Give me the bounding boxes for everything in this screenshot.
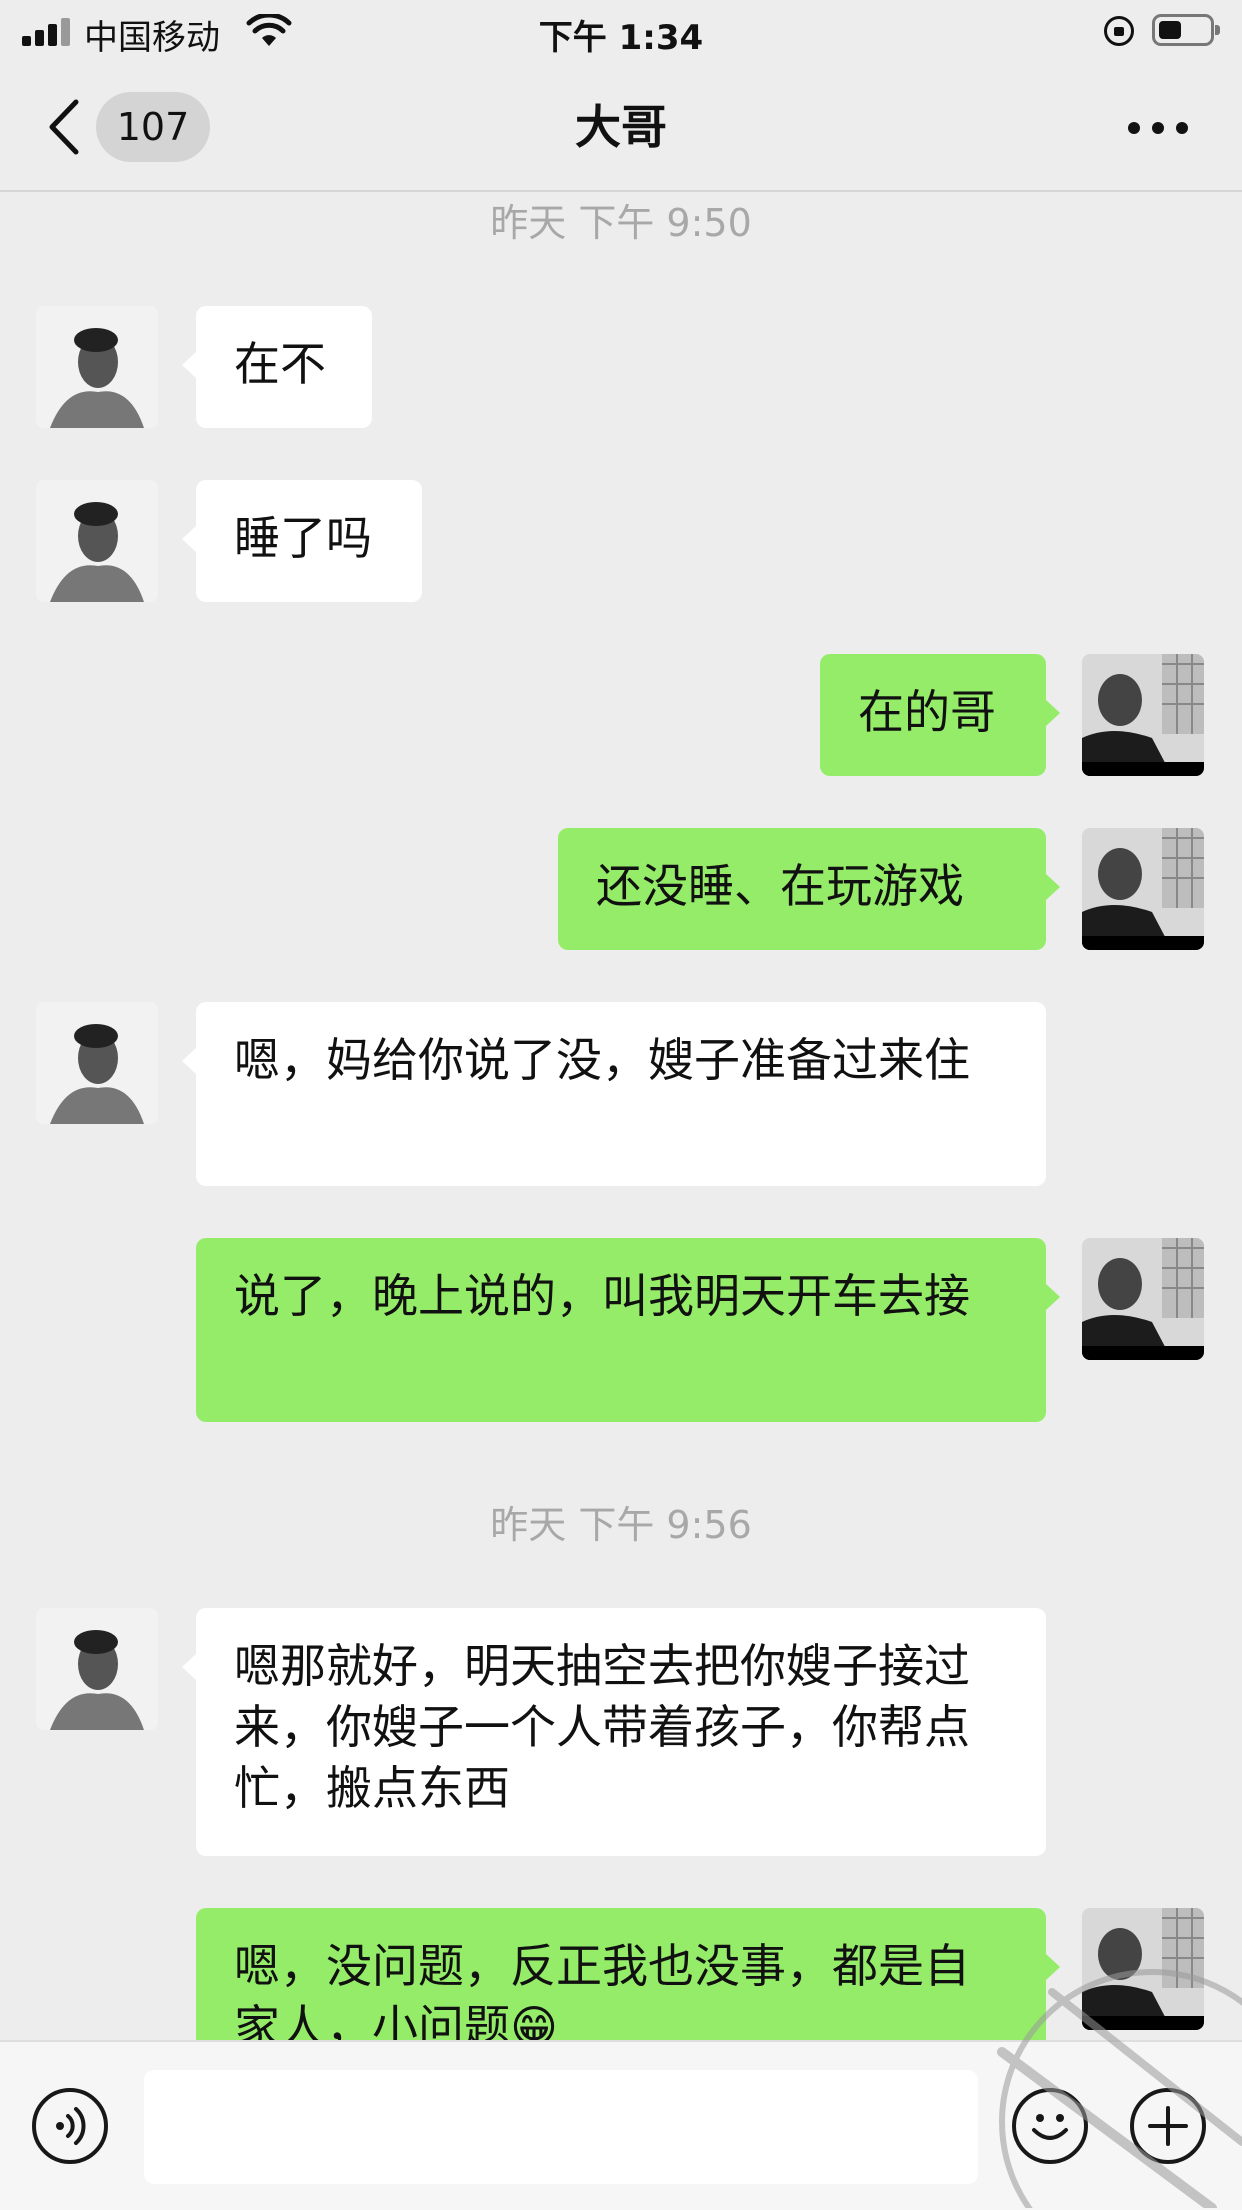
chat-message-list[interactable]: 昨天 下午 9:50 在不 睡了吗 在的哥 还没睡、在玩游戏 嗯，妈给你说了没，… xyxy=(0,192,1242,2040)
my-avatar[interactable] xyxy=(1082,1238,1204,1360)
ellipsis-icon[interactable] xyxy=(1128,108,1188,148)
orientation-lock-icon xyxy=(1104,16,1134,46)
message-bubble-outgoing[interactable]: 在的哥 xyxy=(820,654,1060,776)
message-bubble-outgoing[interactable]: 还没睡、在玩游戏 xyxy=(558,828,1060,950)
battery-icon xyxy=(1152,14,1220,46)
message-timestamp: 昨天 下午 9:56 xyxy=(490,1503,752,1547)
my-avatar[interactable] xyxy=(1082,828,1204,950)
chat-title: 大哥 xyxy=(575,100,667,154)
my-avatar[interactable] xyxy=(1082,1908,1204,2030)
contact-avatar[interactable] xyxy=(36,306,158,428)
input-bar xyxy=(0,2040,1242,2210)
contact-avatar[interactable] xyxy=(36,480,158,602)
message-bubble-outgoing[interactable]: 说了，晚上说的，叫我明天开车去接 xyxy=(196,1238,1060,1422)
message-input[interactable] xyxy=(144,2070,978,2184)
message-bubble-incoming[interactable]: 在不 xyxy=(182,306,372,428)
message-timestamp: 昨天 下午 9:50 xyxy=(490,201,752,245)
message-bubble-outgoing[interactable]: 嗯，没问题，反正我也没事，都是自家人，小问题😁 xyxy=(196,1908,1060,2040)
voice-icon[interactable] xyxy=(32,2088,108,2164)
nav-bar: 107 大哥 xyxy=(0,64,1242,192)
emoji-icon[interactable] xyxy=(1012,2088,1088,2164)
contact-avatar[interactable] xyxy=(36,1002,158,1124)
plus-icon[interactable] xyxy=(1130,2088,1206,2164)
status-time: 下午 1:34 xyxy=(538,18,704,58)
contact-avatar[interactable] xyxy=(36,1608,158,1730)
message-bubble-incoming[interactable]: 睡了吗 xyxy=(182,480,422,602)
my-avatar[interactable] xyxy=(1082,654,1204,776)
message-bubble-incoming[interactable]: 嗯那就好，明天抽空去把你嫂子接过来，你嫂子一个人带着孩子，你帮点忙，搬点东西 xyxy=(182,1608,1046,1856)
status-bar: 中国移动 下午 1:34 xyxy=(0,0,1242,64)
message-bubble-incoming[interactable]: 嗯，妈给你说了没，嫂子准备过来住 xyxy=(182,1002,1046,1186)
